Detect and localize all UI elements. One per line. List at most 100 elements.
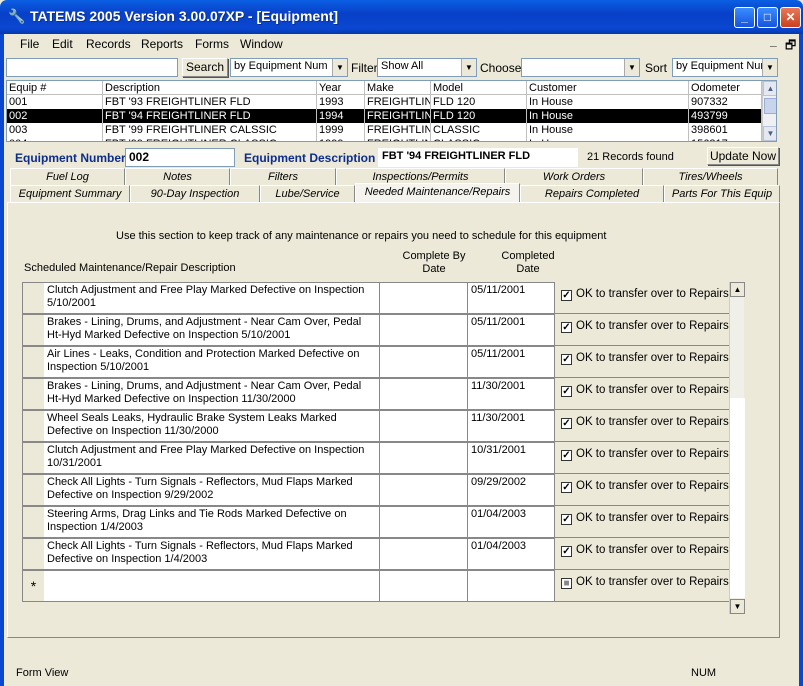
tab-tires-wheels[interactable]: Tires/Wheels [643, 168, 778, 185]
completed-date-cell[interactable]: 10/31/2001 [468, 442, 555, 474]
completed-date-cell[interactable]: 01/04/2003 [468, 538, 555, 570]
checkbox-checked-icon[interactable]: ✓ [561, 514, 572, 525]
description-cell[interactable]: Clutch Adjustment and Free Play Marked D… [44, 442, 380, 474]
maximize-button[interactable]: □ [757, 7, 778, 28]
tab-lube-service[interactable]: Lube/Service [260, 185, 355, 202]
record-selector[interactable] [22, 474, 44, 506]
mdi-minimize-icon[interactable]: _ [770, 34, 777, 48]
filter-select[interactable]: Show All ▼ [377, 58, 477, 77]
record-selector[interactable] [22, 378, 44, 410]
description-cell[interactable]: Steering Arms, Drag Links and Tie Rods M… [44, 506, 380, 538]
scroll-thumb[interactable] [764, 98, 776, 114]
title-bar[interactable]: 🔧 TATEMS 2005 Version 3.00.07XP - [Equip… [0, 0, 803, 34]
checkbox-checked-icon[interactable]: ✓ [561, 322, 572, 333]
checkbox-checked-icon[interactable]: ✓ [561, 354, 572, 365]
col-make[interactable]: Make [365, 81, 431, 95]
checkbox-indeterminate-icon[interactable]: ■ [561, 578, 572, 589]
completed-date-cell[interactable]: 05/11/2001 [468, 282, 555, 314]
tab-notes[interactable]: Notes [125, 168, 230, 185]
menu-edit[interactable]: Edit [52, 37, 73, 51]
choose-select[interactable]: ▼ [521, 58, 640, 77]
close-button[interactable]: ✕ [780, 7, 801, 28]
list-scrollbar[interactable]: ▲ ▼ [762, 81, 776, 141]
scroll-down-icon[interactable]: ▼ [763, 126, 776, 141]
complete-by-cell[interactable] [380, 378, 468, 410]
menu-forms[interactable]: Forms [195, 37, 229, 51]
table-row[interactable]: Clutch Adjustment and Free Play Marked D… [22, 442, 729, 474]
complete-by-cell[interactable] [380, 410, 468, 442]
completed-date-cell[interactable]: 09/29/2002 [468, 474, 555, 506]
complete-by-cell[interactable] [380, 538, 468, 570]
menu-reports[interactable]: Reports [141, 37, 183, 51]
grid-scroll-track[interactable] [730, 398, 745, 598]
record-selector[interactable] [22, 442, 44, 474]
description-cell[interactable]: Brakes - Lining, Drums, and Adjustment -… [44, 378, 380, 410]
search-input[interactable] [6, 58, 178, 77]
menu-file[interactable]: File [20, 37, 39, 51]
transfer-checkbox-cell[interactable]: ✓ OK to transfer over to Repairs [555, 506, 729, 538]
description-cell[interactable]: Check All Lights - Turn Signals - Reflec… [44, 538, 380, 570]
description-cell[interactable]: Check All Lights - Turn Signals - Reflec… [44, 474, 380, 506]
tab-parts-for-this-equip[interactable]: Parts For This Equip [664, 185, 780, 202]
menu-window[interactable]: Window [240, 37, 283, 51]
equipment-list[interactable]: Equip # Description Year Make Model Cust… [6, 80, 777, 142]
search-button[interactable]: Search [182, 58, 228, 77]
tab-90-day-inspection[interactable]: 90-Day Inspection [130, 185, 260, 202]
tab-filters[interactable]: Filters [230, 168, 336, 185]
transfer-checkbox-cell[interactable]: ✓ OK to transfer over to Repairs [555, 314, 729, 346]
repairs-grid[interactable]: Clutch Adjustment and Free Play Marked D… [22, 282, 745, 614]
scroll-up-icon[interactable]: ▲ [763, 81, 776, 96]
record-selector[interactable] [22, 346, 44, 378]
minimize-button[interactable]: _ [734, 7, 755, 28]
checkbox-checked-icon[interactable]: ✓ [561, 290, 572, 301]
tab-work-orders[interactable]: Work Orders [505, 168, 643, 185]
complete-by-cell[interactable] [380, 282, 468, 314]
checkbox-checked-icon[interactable]: ✓ [561, 418, 572, 429]
description-cell[interactable] [44, 570, 380, 602]
complete-by-cell[interactable] [380, 506, 468, 538]
transfer-checkbox-cell[interactable]: ■ OK to transfer over to Repairs [555, 570, 729, 602]
transfer-checkbox-cell[interactable]: ✓ OK to transfer over to Repairs [555, 346, 729, 378]
col-description[interactable]: Description [103, 81, 317, 95]
table-row[interactable]: 003 FBT '99 FREIGHTLINER CALSSIC 1999 FREIG… [7, 123, 762, 137]
table-row[interactable]: 001 FBT '93 FREIGHTLINER FLD 1993 FREIGHTLI… [7, 95, 762, 109]
completed-date-cell[interactable]: 01/04/2003 [468, 506, 555, 538]
complete-by-cell[interactable] [380, 442, 468, 474]
transfer-checkbox-cell[interactable]: ✓ OK to transfer over to Repairs [555, 474, 729, 506]
description-cell[interactable]: Brakes - Lining, Drums, and Adjustment -… [44, 314, 380, 346]
col-year[interactable]: Year [317, 81, 365, 95]
search-by-select[interactable]: by Equipment Num ▼ [230, 58, 348, 77]
description-cell[interactable]: Air Lines - Leaks, Condition and Protect… [44, 346, 380, 378]
completed-date-cell[interactable] [468, 570, 555, 602]
table-row[interactable]: 004FBT '99 FREIGHTLINER CLASSIC1999FREIG… [7, 137, 762, 141]
complete-by-cell[interactable] [380, 570, 468, 602]
table-row[interactable]: 002 FBT '94 FREIGHTLINER FLD 1994 FREIGHTLI… [7, 109, 762, 123]
grid-scrollbar[interactable]: ▲ ▼ [729, 282, 745, 614]
completed-date-cell[interactable]: 11/30/2001 [468, 378, 555, 410]
complete-by-cell[interactable] [380, 474, 468, 506]
col-odometer[interactable]: Odometer [689, 81, 762, 95]
col-customer[interactable]: Customer [527, 81, 689, 95]
table-row[interactable]: Check All Lights - Turn Signals - Reflec… [22, 538, 729, 570]
table-row[interactable]: Check All Lights - Turn Signals - Reflec… [22, 474, 729, 506]
checkbox-checked-icon[interactable]: ✓ [561, 386, 572, 397]
complete-by-cell[interactable] [380, 346, 468, 378]
new-record-selector[interactable]: * [22, 570, 44, 602]
menu-records[interactable]: Records [86, 37, 131, 51]
record-selector[interactable] [22, 538, 44, 570]
chevron-down-icon[interactable]: ▼ [461, 59, 476, 76]
chevron-down-icon[interactable]: ▼ [624, 59, 639, 76]
sort-select[interactable]: by Equipment Nur ▼ [672, 58, 778, 77]
equipment-description-field[interactable]: FBT '94 FREIGHTLINER FLD [378, 148, 578, 167]
chevron-down-icon[interactable]: ▼ [332, 59, 347, 76]
table-row[interactable]: Wheel Seals Leaks, Hydraulic Brake Syste… [22, 410, 729, 442]
record-selector[interactable] [22, 410, 44, 442]
record-selector[interactable] [22, 506, 44, 538]
tab-fuel-log[interactable]: Fuel Log [10, 168, 125, 185]
transfer-checkbox-cell[interactable]: ✓ OK to transfer over to Repairs [555, 378, 729, 410]
completed-date-cell[interactable]: 11/30/2001 [468, 410, 555, 442]
mdi-restore-icon[interactable]: 🗗 [785, 36, 796, 57]
tab-repairs-completed[interactable]: Repairs Completed [520, 185, 664, 202]
transfer-checkbox-cell[interactable]: ✓ OK to transfer over to Repairs [555, 538, 729, 570]
checkbox-checked-icon[interactable]: ✓ [561, 482, 572, 493]
